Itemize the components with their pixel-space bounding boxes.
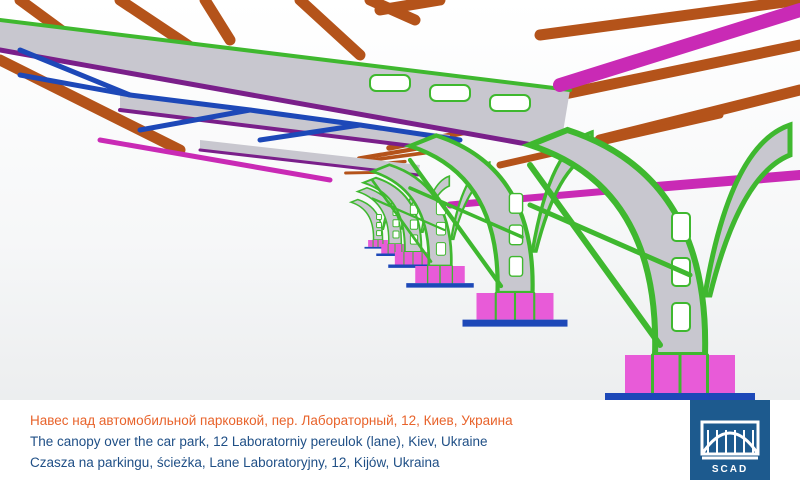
girder-cutout: [489, 94, 531, 112]
arch-cantilever: [702, 121, 793, 298]
steel-canopy-3d-model: [0, 0, 800, 400]
caption-bar: Навес над автомобильной парковкой, пер. …: [0, 400, 800, 500]
arch-cutout: [508, 192, 524, 214]
base-plate: [462, 319, 568, 327]
arch-cutout: [376, 213, 382, 220]
arch-cutout: [392, 230, 400, 239]
purlin-beam: [199, 0, 236, 46]
arch-cutout: [392, 219, 400, 228]
scad-logo: SCAD: [690, 400, 770, 480]
caption-block: Навес над автомобильной парковкой, пер. …: [30, 410, 670, 473]
base-plate: [406, 283, 474, 288]
logo-text: SCAD: [712, 464, 748, 475]
caption-english: The canopy over the car park, 12 Laborat…: [30, 434, 488, 449]
purlin-beam: [374, 0, 446, 16]
arch-cutout: [671, 212, 691, 242]
arch-cutout: [376, 230, 382, 237]
scad-logo-icon: SCAD: [690, 400, 770, 480]
arch-cutout: [409, 219, 419, 230]
caption-polish: Czasza na parkingu, ścieżka, Lane Labora…: [30, 455, 440, 470]
arch-cutout: [508, 255, 524, 277]
model-viewport[interactable]: [0, 0, 800, 400]
arch-cutout: [435, 242, 447, 256]
arch-cutout: [376, 222, 382, 229]
girder-cutout: [369, 74, 411, 92]
caption-russian: Навес над автомобильной парковкой, пер. …: [30, 413, 513, 428]
girder-cutout: [429, 84, 471, 102]
purlin-beam: [294, 0, 366, 61]
base-plate: [605, 393, 755, 400]
arch-cutout: [671, 302, 691, 332]
